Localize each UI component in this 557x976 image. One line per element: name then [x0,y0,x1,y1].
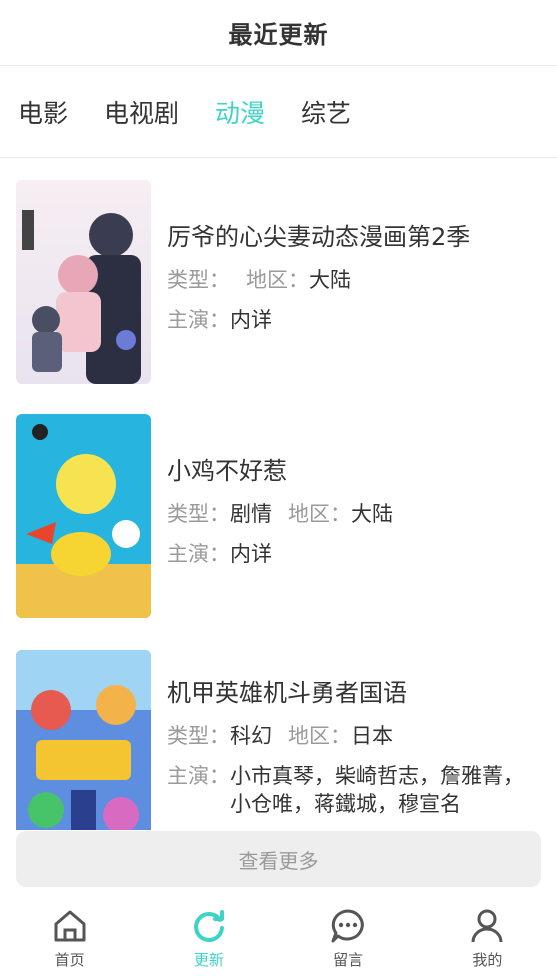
item-title[interactable]: 小鸡不好惹 [167,454,547,488]
poster-image[interactable] [16,180,151,384]
message-icon [331,909,364,943]
cast-value: 小市真琴，柴崎哲志，詹雅菁， 小仓唯，蒋鐵城，穆宣名 [230,762,524,818]
region-label: 地区： [246,268,309,292]
list-item[interactable]: 厉爷的心尖妻动态漫画第2季 类型： 地区： 大陆 主演： 内详 [16,180,546,384]
cast-value: 内详 [230,542,272,566]
item-info: 小鸡不好惹 类型： 剧情 地区： 大陆 主演： 内详 [167,454,547,568]
home-icon [54,910,86,942]
type-label: 类型： [167,724,230,748]
video-list: 厉爷的心尖妻动态漫画第2季 类型： 地区： 大陆 主演： 内详 小鸡不好惹 类型… [0,160,557,830]
nav-profile[interactable]: 我的 [418,896,557,976]
region-label: 地区： [288,502,351,526]
cast-line-1: 小市真琴，柴崎哲志，詹雅菁， [230,764,524,788]
nav-updates[interactable]: 更新 [139,896,278,976]
tab-anime[interactable]: 动漫 [215,94,265,130]
list-item[interactable]: 机甲英雄机斗勇者国语 类型： 科幻 地区： 日本 主演： 小市真琴，柴崎哲志，詹… [16,650,546,830]
user-icon [471,909,503,943]
bottom-nav: 首页 更新 留言 我的 [0,896,557,976]
list-item[interactable]: 小鸡不好惹 类型： 剧情 地区： 大陆 主演： 内详 [16,414,546,618]
item-meta: 类型： 剧情 地区： 大陆 [167,498,547,530]
region-value: 日本 [351,724,393,748]
nav-messages-label: 留言 [333,951,364,969]
region-value: 大陆 [351,502,393,526]
poster-image[interactable] [16,650,151,830]
item-title[interactable]: 机甲英雄机斗勇者国语 [167,676,547,710]
type-label: 类型： [167,268,230,292]
region-value: 大陆 [309,268,351,292]
item-meta: 类型： 科幻 地区： 日本 [167,720,547,752]
item-info: 厉爷的心尖妻动态漫画第2季 类型： 地区： 大陆 主演： 内详 [167,220,547,334]
nav-profile-label: 我的 [472,951,503,969]
cast-label: 主演： [167,542,230,566]
top-bar: 最近更新 [0,0,557,66]
tab-tv-series[interactable]: 电视剧 [104,94,179,130]
cast-line-2: 小仓唯，蒋鐵城，穆宣名 [230,792,461,816]
nav-updates-label: 更新 [193,951,224,969]
nav-home-label: 首页 [54,951,85,969]
view-more-button[interactable]: 查看更多 [16,831,541,887]
item-cast: 主演： 内详 [167,540,547,568]
page-title: 最近更新 [228,21,329,49]
item-info: 机甲英雄机斗勇者国语 类型： 科幻 地区： 日本 主演： 小市真琴，柴崎哲志，詹… [167,676,547,818]
type-label: 类型： [167,502,230,526]
item-meta: 类型： 地区： 大陆 [167,264,547,296]
tab-movies[interactable]: 电影 [18,94,68,130]
tab-variety[interactable]: 综艺 [301,94,351,130]
region-label: 地区： [288,724,351,748]
item-title[interactable]: 厉爷的心尖妻动态漫画第2季 [167,220,547,254]
cast-label: 主演： [167,764,230,788]
type-value: 剧情 [230,502,272,526]
cast-label: 主演： [167,308,230,332]
type-value: 科幻 [230,724,272,748]
item-cast: 主演： 小市真琴，柴崎哲志，詹雅菁， 小仓唯，蒋鐵城，穆宣名 [167,762,547,818]
category-tabs: 电影 电视剧 动漫 综艺 [0,66,557,158]
item-cast: 主演： 内详 [167,306,547,334]
cast-value: 内详 [230,308,272,332]
nav-messages[interactable]: 留言 [279,896,418,976]
poster-image[interactable] [16,414,151,618]
nav-home[interactable]: 首页 [0,896,139,976]
refresh-icon [193,910,224,942]
